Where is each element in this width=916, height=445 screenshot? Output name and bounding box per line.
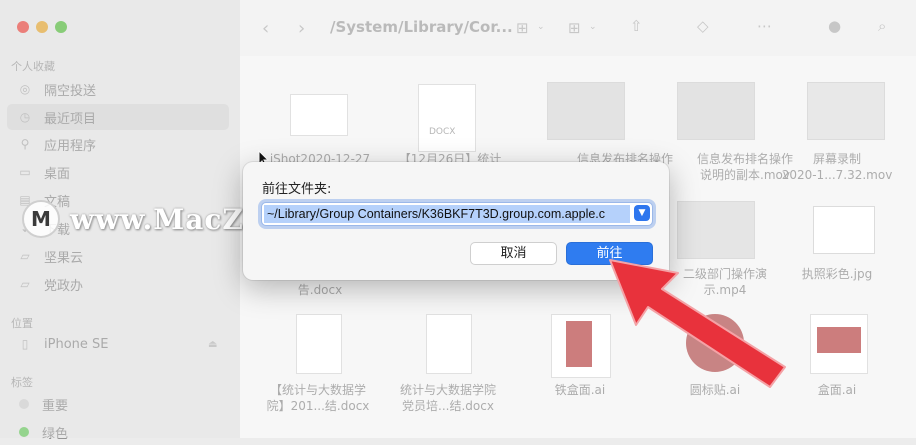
annotation-arrow-icon	[609, 259, 786, 388]
path-combobox[interactable]: ▼	[261, 202, 653, 226]
dialog-label: 前往文件夹:	[262, 182, 332, 197]
path-input[interactable]	[264, 205, 630, 223]
macz-logo-icon: M	[22, 200, 60, 238]
cancel-button[interactable]: 取消	[470, 242, 557, 265]
chevron-down-icon[interactable]: ▼	[634, 205, 650, 221]
